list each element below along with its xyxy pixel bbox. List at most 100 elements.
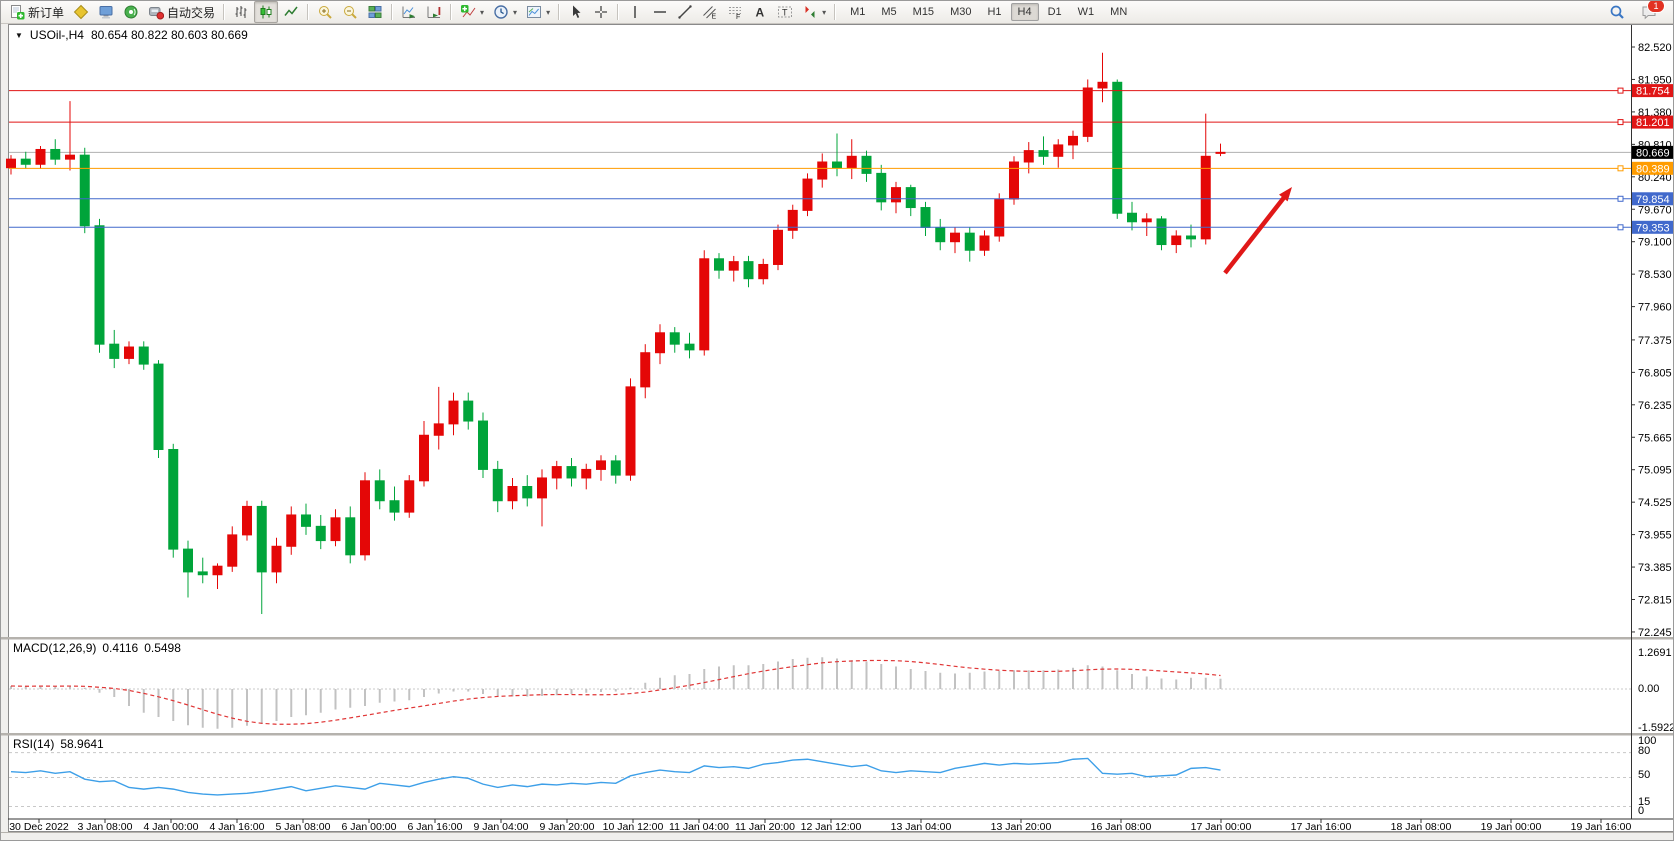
equidistant-channel-button[interactable]: E bbox=[698, 1, 722, 23]
svg-text:81.754: 81.754 bbox=[1636, 86, 1670, 98]
symbol-dropdown-icon[interactable]: ▼ bbox=[15, 31, 23, 40]
arrows-button[interactable]: ▾ bbox=[798, 1, 830, 23]
clock-icon bbox=[493, 4, 509, 20]
autotrading-icon bbox=[148, 4, 164, 20]
chart-canvas[interactable]: 82.52081.95081.38080.81080.24079.67079.1… bbox=[1, 23, 1674, 841]
timeframe-button-h1[interactable]: H1 bbox=[980, 3, 1008, 21]
arrows-icon bbox=[802, 4, 818, 20]
zoom-in-button[interactable] bbox=[313, 1, 337, 23]
panel-separator[interactable] bbox=[1, 733, 1674, 736]
svg-text:77.960: 77.960 bbox=[1638, 302, 1672, 314]
text-label-button[interactable]: T bbox=[773, 1, 797, 23]
templates-button[interactable]: ▾ bbox=[522, 1, 554, 23]
toolbar-separator bbox=[558, 4, 560, 20]
channel-icon: E bbox=[702, 4, 718, 20]
svg-text:78.530: 78.530 bbox=[1638, 269, 1672, 281]
svg-text:72.815: 72.815 bbox=[1638, 595, 1672, 607]
metaeditor-button[interactable] bbox=[69, 1, 93, 23]
vline-icon bbox=[627, 4, 643, 20]
timeframe-button-d1[interactable]: D1 bbox=[1041, 3, 1069, 21]
time-axis-label: 6 Jan 16:00 bbox=[408, 821, 463, 833]
candles-icon bbox=[258, 4, 274, 20]
autotrading-button[interactable]: 自动交易 bbox=[144, 1, 219, 23]
time-axis-label: 16 Jan 08:00 bbox=[1091, 821, 1152, 833]
bar-chart-button[interactable] bbox=[229, 1, 253, 23]
autoscroll-icon bbox=[401, 4, 417, 20]
svg-text:73.385: 73.385 bbox=[1638, 562, 1672, 574]
timeframe-button-w1[interactable]: W1 bbox=[1071, 3, 1102, 21]
hline-icon bbox=[652, 4, 668, 20]
svg-text:50: 50 bbox=[1638, 769, 1650, 781]
autotrading-button-label: 自动交易 bbox=[167, 4, 215, 21]
cursor-button[interactable] bbox=[564, 1, 588, 23]
timeframe-button-m1[interactable]: M1 bbox=[843, 3, 872, 21]
fibo-icon: F bbox=[727, 4, 743, 20]
rsi-value: 58.9641 bbox=[60, 737, 103, 751]
template-icon bbox=[526, 4, 542, 20]
svg-text:79.670: 79.670 bbox=[1638, 204, 1672, 216]
line-chart-button[interactable] bbox=[279, 1, 303, 23]
time-axis-label: 11 Jan 04:00 bbox=[669, 821, 729, 833]
vertical-line-button[interactable] bbox=[623, 1, 647, 23]
time-axis-label: 9 Jan 04:00 bbox=[474, 821, 529, 833]
terminal-button[interactable] bbox=[94, 1, 118, 23]
crosshair-button[interactable] bbox=[589, 1, 613, 23]
horizontal-line-button[interactable] bbox=[648, 1, 672, 23]
metaeditor-icon bbox=[73, 4, 89, 20]
timeframe-button-m30[interactable]: M30 bbox=[943, 3, 978, 21]
notifications-button[interactable]: 1 bbox=[1637, 1, 1661, 23]
search-button[interactable] bbox=[1605, 1, 1629, 23]
indicators-button[interactable]: ▾ bbox=[456, 1, 488, 23]
svg-text:80.389: 80.389 bbox=[1636, 163, 1670, 175]
chart-shift-button[interactable] bbox=[422, 1, 446, 23]
indicators-icon bbox=[460, 4, 476, 20]
time-axis-label: 19 Jan 16:00 bbox=[1571, 821, 1632, 833]
zoom-out-icon bbox=[342, 4, 358, 20]
notification-badge: 1 bbox=[1647, 0, 1665, 13]
signals-button[interactable] bbox=[119, 1, 143, 23]
trendline-button[interactable] bbox=[673, 1, 697, 23]
new-order-button[interactable]: 新订单 bbox=[5, 1, 68, 23]
toolbar-separator bbox=[617, 4, 619, 20]
dropdown-caret-icon[interactable]: ▾ bbox=[822, 8, 826, 17]
macd-signal-value: 0.5498 bbox=[144, 641, 181, 655]
time-axis-label: 13 Jan 04:00 bbox=[891, 821, 952, 833]
toolbar-separator bbox=[450, 4, 452, 20]
time-axis-label: 6 Jan 00:00 bbox=[342, 821, 397, 833]
linechart-icon bbox=[283, 4, 299, 20]
timeframe-button-h4[interactable]: H4 bbox=[1011, 3, 1039, 21]
svg-text:76.805: 76.805 bbox=[1638, 367, 1672, 379]
zoom-out-button[interactable] bbox=[338, 1, 362, 23]
time-axis-label: 9 Jan 20:00 bbox=[540, 821, 595, 833]
trendline-icon bbox=[677, 4, 693, 20]
time-axis-label: 5 Jan 08:00 bbox=[276, 821, 331, 833]
periods-button[interactable]: ▾ bbox=[489, 1, 521, 23]
time-axis-label: 10 Jan 12:00 bbox=[603, 821, 664, 833]
auto-scroll-button[interactable] bbox=[397, 1, 421, 23]
fibonacci-button[interactable]: F bbox=[723, 1, 747, 23]
time-axis-label: 11 Jan 20:00 bbox=[735, 821, 795, 833]
shift-icon bbox=[426, 4, 442, 20]
svg-text:80.669: 80.669 bbox=[1636, 147, 1670, 159]
dropdown-caret-icon[interactable]: ▾ bbox=[546, 8, 550, 17]
panel-separator[interactable] bbox=[1, 637, 1674, 640]
time-axis-label: 12 Jan 12:00 bbox=[801, 821, 862, 833]
svg-text:74.525: 74.525 bbox=[1638, 497, 1672, 509]
toolbar-right-icons: 1 bbox=[1605, 1, 1669, 23]
timeframe-button-m15[interactable]: M15 bbox=[906, 3, 941, 21]
candlestick-chart-button[interactable] bbox=[254, 1, 278, 23]
svg-text:75.665: 75.665 bbox=[1638, 432, 1672, 444]
timeframe-button-mn[interactable]: MN bbox=[1103, 3, 1134, 21]
macd-indicator-label: MACD(12,26,9) 0.4116 0.5498 bbox=[13, 641, 181, 655]
timeframe-button-m5[interactable]: M5 bbox=[874, 3, 903, 21]
tiles-icon bbox=[367, 4, 383, 20]
dropdown-caret-icon[interactable]: ▾ bbox=[480, 8, 484, 17]
tile-windows-button[interactable] bbox=[363, 1, 387, 23]
dropdown-caret-icon[interactable]: ▾ bbox=[513, 8, 517, 17]
svg-text:T: T bbox=[782, 8, 788, 18]
zoom-in-icon bbox=[317, 4, 333, 20]
text-button[interactable]: A bbox=[748, 1, 772, 23]
time-axis-label: 17 Jan 00:00 bbox=[1191, 821, 1252, 833]
svg-text:79.854: 79.854 bbox=[1636, 194, 1670, 206]
timeframe-switcher: M1M5M15M30H1H4D1W1MN bbox=[842, 3, 1135, 21]
